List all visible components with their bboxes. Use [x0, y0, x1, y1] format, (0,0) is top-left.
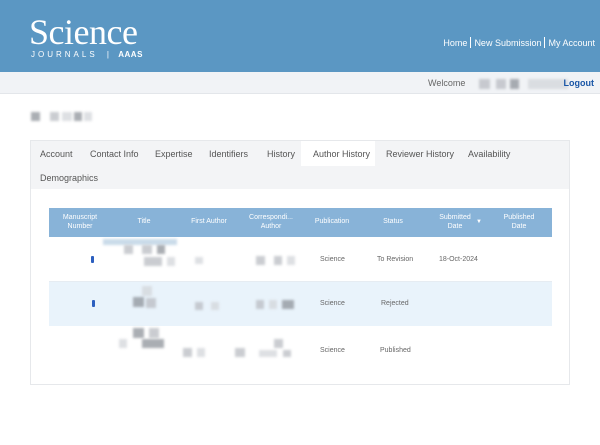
column-header-manuscript-number[interactable]: Manuscript Number	[55, 208, 105, 237]
redacted-corresponding-author	[274, 339, 283, 348]
redacted-first-author	[183, 348, 192, 357]
redacted-title-block	[84, 112, 92, 121]
tab-availability[interactable]: Availability	[468, 149, 510, 159]
author-profile-panel: Account Contact Info Expertise Identifie…	[30, 140, 570, 385]
redacted-username	[479, 79, 490, 89]
status-cell: To Revision	[377, 256, 414, 263]
tab-history[interactable]: History	[267, 149, 295, 159]
redacted-username	[528, 79, 568, 89]
submitted-date-label: Submitted Date	[439, 213, 471, 230]
logo-journals: JOURNALS	[31, 50, 98, 59]
redacted-title-block	[50, 112, 59, 121]
redacted-title	[124, 245, 133, 254]
redacted-title	[119, 339, 127, 348]
column-header-publication[interactable]: Publication	[307, 208, 357, 237]
logout-link[interactable]: Logout	[564, 78, 595, 88]
manuscript-link[interactable]	[92, 300, 95, 307]
redacted-corresponding-author	[269, 300, 277, 309]
redacted-title	[103, 239, 177, 245]
redacted-title	[133, 297, 144, 307]
redacted-title-block	[74, 112, 82, 121]
nav-home-link[interactable]: Home	[443, 38, 467, 48]
site-header: Science JOURNALS | AAAS Home New Submiss…	[0, 0, 600, 72]
table-header: Manuscript Number Title First Author Cor…	[49, 208, 552, 237]
redacted-title	[133, 328, 144, 338]
profile-tabs: Account Contact Info Expertise Identifie…	[31, 141, 569, 189]
table-row[interactable]: Science Rejected	[49, 282, 552, 326]
logo-subtitle: JOURNALS | AAAS	[31, 50, 143, 59]
redacted-username	[496, 79, 506, 89]
redacted-title	[142, 245, 152, 254]
column-header-published-date[interactable]: Published Date	[497, 208, 541, 237]
manuscript-link[interactable]	[91, 256, 94, 263]
redacted-corresponding-author	[282, 300, 294, 309]
publication-cell: Science	[320, 347, 345, 354]
redacted-title	[142, 339, 164, 348]
redacted-first-author	[195, 257, 203, 264]
tab-account[interactable]: Account	[40, 149, 73, 159]
table-row[interactable]: Science Published	[49, 326, 552, 370]
publication-cell: Science	[320, 256, 345, 263]
welcome-bar: Welcome Logout	[0, 72, 600, 94]
redacted-title	[149, 328, 159, 338]
nav-separator	[544, 37, 546, 48]
tab-identifiers[interactable]: Identifiers	[209, 149, 248, 159]
tab-author-history[interactable]: Author History	[313, 149, 371, 159]
redacted-corresponding-author	[283, 350, 291, 357]
nav-my-account-link[interactable]: My Account	[548, 38, 595, 48]
redacted-title-block	[62, 112, 72, 121]
status-cell: Published	[380, 347, 411, 354]
column-header-submitted-date[interactable]: Submitted Date ▼	[434, 208, 486, 237]
column-header-status[interactable]: Status	[373, 208, 413, 237]
tab-demographics[interactable]: Demographics	[40, 173, 98, 183]
redacted-title	[146, 298, 156, 308]
redacted-corresponding-author	[256, 256, 265, 265]
status-cell: Rejected	[381, 300, 409, 307]
redacted-title	[142, 286, 152, 296]
redacted-first-author	[197, 348, 205, 357]
tab-contact-info[interactable]: Contact Info	[90, 149, 139, 159]
tab-reviewer-history[interactable]: Reviewer History	[386, 149, 454, 159]
redacted-username	[510, 79, 519, 89]
redacted-first-author	[235, 348, 245, 357]
redacted-title-block	[31, 112, 40, 121]
redacted-title	[157, 245, 165, 254]
nav-separator	[470, 37, 472, 48]
logo-aaas: AAAS	[118, 50, 143, 59]
column-header-first-author[interactable]: First Author	[184, 208, 234, 237]
column-header-title[interactable]: Title	[129, 208, 159, 237]
column-header-corresponding-author[interactable]: Correspondi... Author	[243, 208, 299, 237]
redacted-corresponding-author	[259, 350, 277, 357]
redacted-corresponding-author	[287, 256, 295, 265]
welcome-label: Welcome	[428, 78, 466, 88]
logo-title[interactable]: Science	[29, 14, 138, 50]
table-row[interactable]: Science To Revision 18-Oct-2024	[49, 237, 552, 281]
redacted-corresponding-author	[256, 300, 264, 309]
submitted-date-cell: 18-Oct-2024	[439, 256, 478, 263]
redacted-corresponding-author	[274, 256, 282, 265]
redacted-first-author	[195, 302, 203, 310]
redacted-title	[144, 257, 162, 266]
sort-down-icon[interactable]: ▼	[476, 219, 482, 227]
tab-expertise[interactable]: Expertise	[155, 149, 193, 159]
redacted-first-author	[211, 302, 219, 310]
redacted-title	[167, 257, 175, 266]
publication-cell: Science	[320, 300, 345, 307]
top-nav: Home New Submission My Account	[443, 37, 595, 48]
nav-new-submission-link[interactable]: New Submission	[474, 38, 541, 48]
